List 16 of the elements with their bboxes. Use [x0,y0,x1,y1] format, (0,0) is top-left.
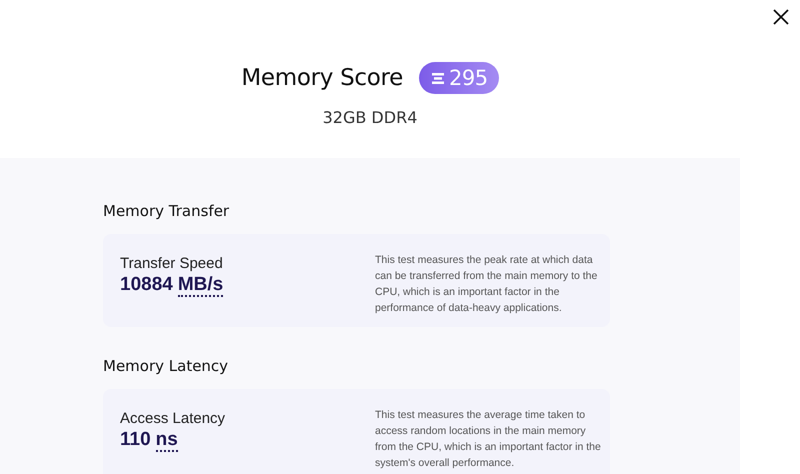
memory-icon [432,72,444,84]
memory-spec: 32GB DDR4 [322,108,418,127]
metric-value: 10884 [120,274,173,296]
metric-value: 110 [120,429,151,451]
metric-unit: ns [156,430,178,452]
metric-unit: MB/s [178,275,224,297]
metric-label: Access Latency [120,410,226,427]
page-title: Memory Score [241,65,404,91]
metric-label: Transfer Speed [120,255,224,272]
metric-description: This test measures the average time taken to access random locations in the main memory from the CPU, which is an important factor in the system's overall performance. [375,408,602,471]
close-icon [771,7,791,27]
metric-description: This test measures the peak rate at which data can be transferred from the main memory to the CPU, which is an important factor in the performance of data-heavy applications. [375,253,598,316]
section-heading: Memory Transfer [103,202,230,220]
close-button[interactable] [771,7,791,27]
section-heading: Memory Latency [103,357,230,375]
score-badge: 295 [419,62,499,94]
